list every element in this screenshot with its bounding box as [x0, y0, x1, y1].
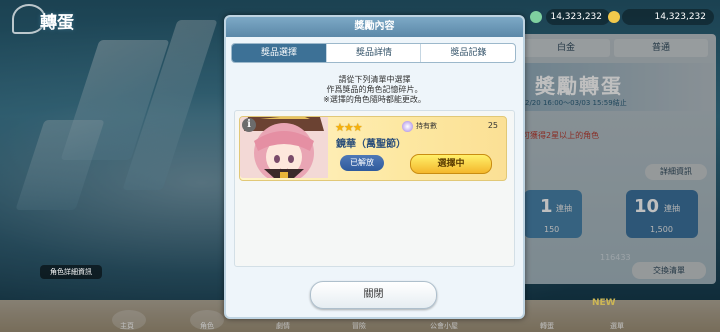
close-button[interactable]: 關閉 — [310, 281, 437, 309]
character-name: 鏡華（萬聖節） — [336, 139, 406, 150]
single-pull-label: 連抽 — [556, 204, 572, 213]
instruction-line-1: 請從下列清單中選擇 — [338, 75, 411, 84]
banner-date: 2/20 16:00〜03/03 15:59結止 — [525, 99, 627, 107]
ten-pull-label: 連抽 — [664, 204, 680, 213]
dialog-title: 獎勵內容 — [226, 17, 523, 37]
nav-adventure-label[interactable]: 冒險 — [352, 321, 366, 331]
instruction-line-2: 作爲獎品的角色記憶碎片。 — [326, 85, 423, 94]
owned-label: 持有數 — [416, 122, 437, 130]
instruction-line-3: ※選擇的角色隨時都能更改。 — [323, 95, 426, 104]
tab-prize-history[interactable]: 獎品記錄 — [420, 44, 515, 62]
ten-pull-cost: 1,500 — [650, 225, 673, 234]
unlocked-badge: 已解放 — [340, 155, 384, 171]
exchange-list-button[interactable]: 交換清單 — [632, 262, 706, 279]
ten-pull-number: 10 — [634, 196, 660, 217]
banner-title: 獎勵轉蛋 — [535, 74, 623, 98]
page-title: 轉蛋 — [40, 13, 74, 33]
resource-coins: 14,323,232 — [622, 9, 714, 25]
character-details-button[interactable]: 角色詳細資訊 — [40, 265, 102, 279]
new-badge: NEW — [592, 298, 616, 308]
tab-prize-details[interactable]: 獎品詳情 — [326, 44, 421, 62]
nav-menu-label[interactable]: 選單 — [610, 321, 624, 331]
instructions: 請從下列清單中選擇 作爲獎品的角色記憶碎片。 ※選擇的角色隨時都能更改。 — [226, 75, 523, 105]
info-icon[interactable]: i — [242, 118, 256, 132]
owned-count: 25 — [487, 121, 498, 130]
resource-stamina: 14,323,232 — [546, 9, 610, 25]
nav-gacha-label[interactable]: 轉蛋 — [540, 321, 554, 331]
tab-prize-select[interactable]: 獎品選擇 — [232, 44, 326, 62]
stamina-icon — [530, 11, 542, 23]
dialog-tabs: 獎品選擇 獎品詳情 獎品記錄 — [231, 43, 516, 63]
tab-normal[interactable]: 普通 — [614, 39, 708, 57]
nav-home-label: 主頁 — [120, 322, 134, 330]
rarity-stars: ★★★ — [335, 121, 363, 134]
banner-description: 可獲得2星以上的角色 — [522, 131, 600, 140]
reward-content-dialog: 獎勵內容 獎品選擇 獎品詳情 獎品記錄 請從下列清單中選擇 作爲獎品的角色記憶碎… — [224, 15, 525, 319]
nav-guild-label[interactable]: 公會小屋 — [430, 321, 458, 331]
ticket-count: 116433 — [600, 253, 631, 262]
coin-icon — [608, 11, 620, 23]
single-pull-number: 1 — [540, 196, 553, 217]
single-pull-cost: 150 — [544, 225, 560, 234]
nav-character-label: 角色 — [200, 322, 214, 330]
memory-piece-icon — [402, 121, 413, 132]
tab-platinum[interactable]: 白金 — [522, 39, 610, 57]
selected-button[interactable]: 選擇中 — [410, 154, 492, 174]
nav-story-label[interactable]: 劇情 — [276, 321, 290, 331]
details-button[interactable]: 詳細資訊 — [645, 164, 707, 180]
